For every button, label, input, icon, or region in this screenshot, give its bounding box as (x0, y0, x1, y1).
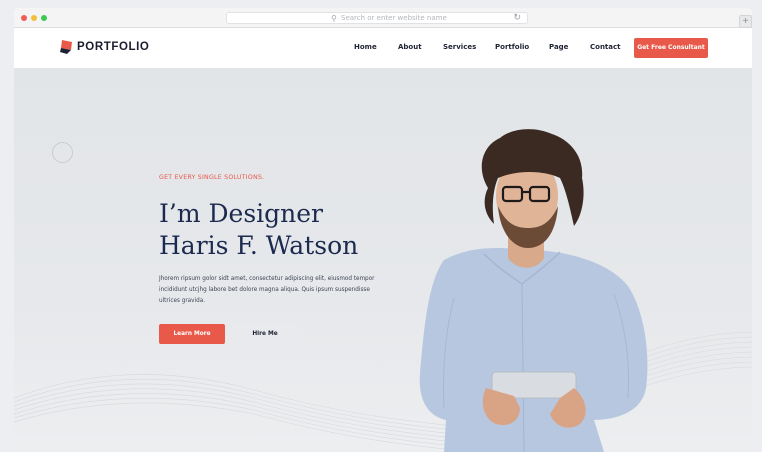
close-window-button[interactable] (21, 15, 27, 21)
search-icon: ⚲ (331, 14, 337, 23)
address-bar[interactable]: ⚲ Search or enter website name ↻ (226, 12, 528, 24)
page-footer-edge (0, 452, 762, 459)
hero-portrait-image (419, 129, 648, 452)
browser-toolbar: ⚲ Search or enter website name ↻ (14, 8, 752, 28)
new-tab-button[interactable]: + (739, 15, 752, 28)
webpage: PORTFOLIO Home About Services Portfolio … (14, 28, 752, 452)
minimize-window-button[interactable] (31, 15, 37, 21)
maximize-window-button[interactable] (41, 15, 47, 21)
reload-icon[interactable]: ↻ (513, 12, 521, 23)
address-bar-placeholder: Search or enter website name (341, 14, 447, 22)
browser-window: ⚲ Search or enter website name ↻ + PORTF… (0, 0, 762, 459)
